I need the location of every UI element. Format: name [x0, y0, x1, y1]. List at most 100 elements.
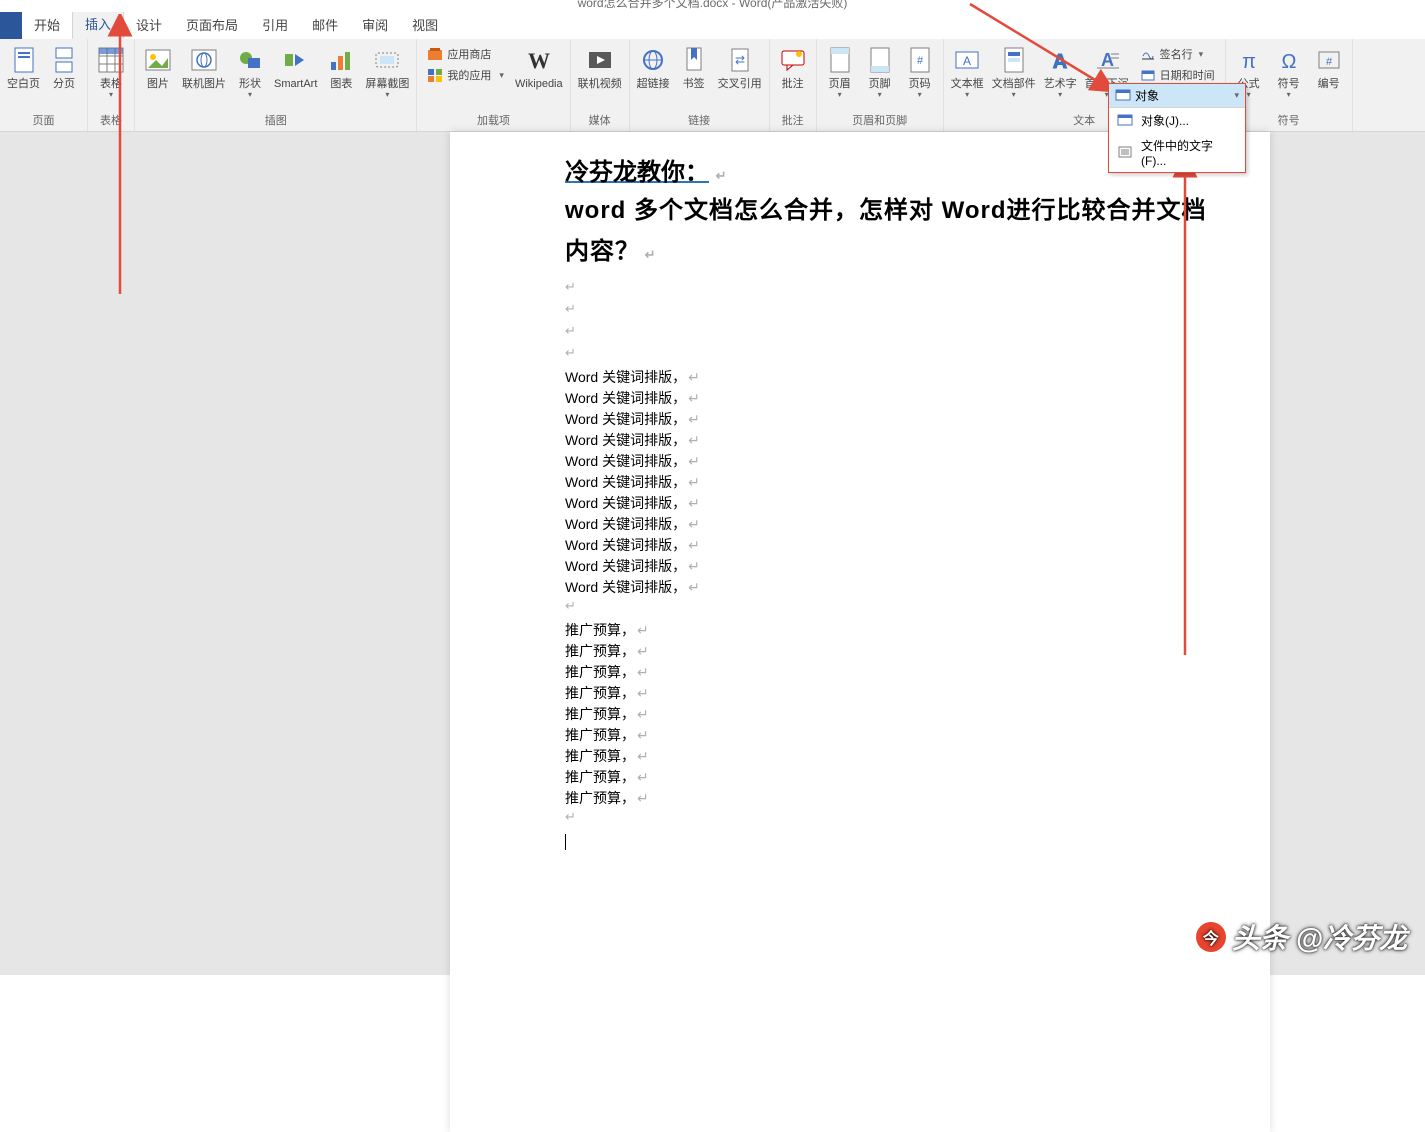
list-item: Word 关键词排版，↵: [565, 451, 1220, 472]
document-canvas[interactable]: 冷芬龙教你： ↵ word 多个文档怎么合并，怎样对 Word进行比较合并文档内…: [0, 132, 1425, 975]
symbol-icon: Ω: [1273, 44, 1305, 76]
table-icon: [95, 44, 127, 76]
wikipedia-button[interactable]: WWikipedia: [512, 42, 566, 93]
group-links: 超链接 书签 ⇄交叉引用 链接: [630, 39, 770, 131]
list-item: 推广预算，↵: [565, 746, 1220, 767]
number-button[interactable]: #编号: [1310, 42, 1348, 93]
my-addins-button[interactable]: 我的应用▾: [423, 65, 508, 85]
window-title: word怎么合并多个文档.docx - Word(产品激活失败): [578, 0, 848, 11]
quick-parts-button[interactable]: 文档部件▾: [989, 42, 1039, 101]
list-item: Word 关键词排版，↵: [565, 577, 1220, 598]
blank-page-button[interactable]: 空白页: [4, 42, 43, 93]
document-page[interactable]: 冷芬龙教你： ↵ word 多个文档怎么合并，怎样对 Word进行比较合并文档内…: [450, 132, 1270, 1132]
screenshot-icon: [371, 44, 403, 76]
textbox-button[interactable]: A文本框▾: [948, 42, 987, 101]
tab-design[interactable]: 设计: [124, 11, 174, 39]
tab-insert[interactable]: 插入: [72, 9, 124, 39]
svg-text:⇄: ⇄: [735, 53, 745, 67]
title-bar: word怎么合并多个文档.docx - Word(产品激活失败): [0, 0, 1425, 12]
chart-button[interactable]: 图表: [322, 42, 360, 93]
chart-icon: [325, 44, 357, 76]
list-item: Word 关键词排版，↵: [565, 493, 1220, 514]
symbol-button[interactable]: Ω符号▾: [1270, 42, 1308, 101]
watermark: 今 头条 @冷芬龙: [1196, 917, 1407, 957]
pictures-button[interactable]: 图片: [139, 42, 177, 93]
tab-home[interactable]: 开始: [22, 11, 72, 39]
list-item: Word 关键词排版，↵: [565, 367, 1220, 388]
list-item: 推广预算，↵: [565, 641, 1220, 662]
cross-reference-button[interactable]: ⇄交叉引用: [715, 42, 765, 93]
group-page: 空白页 分页 页面: [0, 39, 88, 131]
store-button[interactable]: 应用商店: [423, 44, 508, 64]
textbox-icon: A: [951, 44, 983, 76]
svg-text:#: #: [917, 55, 924, 67]
dropdown-item-object[interactable]: 对象(J)...: [1109, 108, 1245, 133]
wordart-button[interactable]: A艺术字▾: [1041, 42, 1080, 101]
bookmark-icon: [678, 44, 710, 76]
tab-view[interactable]: 视图: [400, 11, 450, 39]
group-illustrations: 图片 联机图片 形状▾ SmartArt 图表 屏幕截图▾ 插图: [135, 39, 417, 131]
svg-text:A: A: [1101, 50, 1114, 70]
list-item: Word 关键词排版，↵: [565, 472, 1220, 493]
header-icon: [824, 44, 856, 76]
date-time-button[interactable]: 日期和时间: [1136, 65, 1219, 85]
file-tab[interactable]: [0, 12, 22, 39]
doc-heading: word 多个文档怎么合并，怎样对 Word进行比较合并文档内容？ ↵: [565, 191, 1220, 273]
svg-text:A: A: [963, 54, 971, 68]
wordart-icon: A: [1044, 44, 1076, 76]
bookmark-button[interactable]: 书签: [675, 42, 713, 93]
svg-text:#: #: [1326, 56, 1333, 68]
smartart-icon: [280, 44, 312, 76]
footer-button[interactable]: 页脚▾: [861, 42, 899, 101]
smartart-button[interactable]: SmartArt: [271, 42, 320, 93]
online-pictures-button[interactable]: 联机图片: [179, 42, 229, 93]
text-from-file-icon: [1117, 146, 1133, 160]
object-dropdown-header[interactable]: 对象 ▾: [1109, 84, 1245, 108]
signature-line-button[interactable]: 签名行▾: [1136, 44, 1219, 64]
tab-references[interactable]: 引用: [250, 11, 300, 39]
list-item: Word 关键词排版，↵: [565, 388, 1220, 409]
online-video-button[interactable]: 联机视频: [575, 42, 625, 93]
tab-review[interactable]: 审阅: [350, 11, 400, 39]
header-button[interactable]: 页眉▾: [821, 42, 859, 101]
table-button[interactable]: 表格 ▾: [92, 42, 130, 101]
list-item: 推广预算，↵: [565, 704, 1220, 725]
dropdown-item-text-from-file[interactable]: 文件中的文字(F)...: [1109, 133, 1245, 172]
list-item: Word 关键词排版，↵: [565, 409, 1220, 430]
tab-mailings[interactable]: 邮件: [300, 11, 350, 39]
tab-layout[interactable]: 页面布局: [174, 11, 250, 39]
page-number-icon: #: [904, 44, 936, 76]
number-icon: #: [1313, 44, 1345, 76]
quick-parts-icon: [998, 44, 1030, 76]
page-break-button[interactable]: 分页: [45, 42, 83, 93]
list-item: 推广预算，↵: [565, 662, 1220, 683]
signature-icon: [1140, 46, 1156, 62]
ribbon-tabs: 开始 插入 设计 页面布局 引用 邮件 审阅 视图: [0, 12, 1425, 39]
pictures-icon: [142, 44, 174, 76]
page-break-icon: [48, 44, 80, 76]
list-item: 推广预算，↵: [565, 620, 1220, 641]
cross-ref-icon: ⇄: [724, 44, 756, 76]
object-item-icon: [1117, 114, 1133, 128]
list-item: 推广预算，↵: [565, 788, 1220, 809]
equation-icon: π: [1233, 44, 1265, 76]
group-addins: 应用商店 我的应用▾ WWikipedia 加载项: [417, 39, 570, 131]
list-item: Word 关键词排版，↵: [565, 514, 1220, 535]
dropdown-arrow-icon: ▾: [109, 91, 113, 99]
shapes-icon: [234, 44, 266, 76]
list-item: 推广预算，↵: [565, 683, 1220, 704]
screenshot-button[interactable]: 屏幕截图▾: [362, 42, 412, 101]
dropcap-icon: A: [1091, 44, 1123, 76]
comment-button[interactable]: 批注: [774, 42, 812, 93]
page-number-button[interactable]: #页码▾: [901, 42, 939, 101]
list-item: 推广预算，↵: [565, 767, 1220, 788]
shapes-button[interactable]: 形状▾: [231, 42, 269, 101]
svg-text:A: A: [1053, 51, 1067, 72]
group-comments: 批注 批注: [770, 39, 817, 131]
blank-page-icon: [8, 44, 40, 76]
group-table: 表格 ▾ 表格: [88, 39, 135, 131]
my-addins-icon: [427, 67, 443, 83]
hyperlink-button[interactable]: 超链接: [634, 42, 673, 93]
object-icon: [1115, 89, 1131, 103]
repeat-block-2: 推广预算，↵推广预算，↵推广预算，↵推广预算，↵推广预算，↵推广预算，↵推广预算…: [565, 620, 1220, 809]
